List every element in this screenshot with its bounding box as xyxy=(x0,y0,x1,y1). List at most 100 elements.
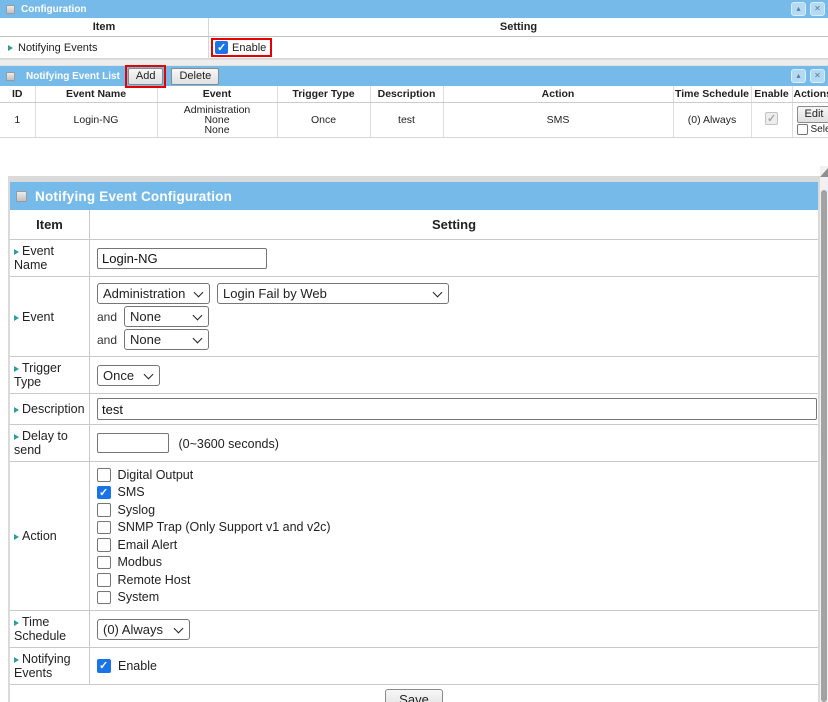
col-event-name: Event Name xyxy=(35,86,157,103)
action-checkbox[interactable] xyxy=(97,573,111,587)
col-event: Event xyxy=(157,86,277,103)
dialog-notifying-events-row: Notifying Events Enable xyxy=(10,648,818,685)
delay-hint: (0~3600 seconds) xyxy=(178,437,278,451)
close-icon[interactable]: ✕ xyxy=(810,69,825,83)
row-arrow-icon xyxy=(8,45,13,51)
event-and-select-1[interactable]: None xyxy=(124,306,209,327)
time-schedule-select[interactable]: (0) Always xyxy=(97,619,190,640)
trigger-type-setting-cell: Once xyxy=(90,361,818,390)
trigger-type-label-cell: Trigger Type xyxy=(10,357,90,393)
row-arrow-icon xyxy=(14,315,19,321)
col-actions: Actions xyxy=(792,86,828,103)
scrollbar[interactable] xyxy=(820,166,828,702)
action-option-label: Digital Output xyxy=(118,468,194,482)
event-name-row: Event Name xyxy=(10,240,818,277)
configuration-panel-header: Configuration ▴ ✕ xyxy=(0,0,828,18)
row-arrow-icon xyxy=(14,534,19,540)
action-option-label: Remote Host xyxy=(118,573,191,587)
chevron-down-icon xyxy=(193,311,203,321)
notifying-event-configuration-dialog: Notifying Event Configuration Item Setti… xyxy=(8,176,820,702)
dialog-table-header: Item Setting xyxy=(10,210,818,240)
action-checkbox[interactable] xyxy=(97,591,111,605)
dialog-enable-checkbox-label: Enable xyxy=(118,659,157,673)
event-name-input[interactable] xyxy=(97,248,267,269)
column-header-setting: Setting xyxy=(209,18,828,36)
description-row: Description xyxy=(10,394,818,425)
delay-label: Delay to send xyxy=(14,429,68,457)
column-header-item: Item xyxy=(0,18,209,36)
col-time-schedule: Time Schedule xyxy=(673,86,751,103)
chevron-down-icon xyxy=(174,623,184,633)
dialog-column-item: Item xyxy=(10,210,90,239)
collapse-icon[interactable]: ▴ xyxy=(791,69,806,83)
add-button[interactable]: Add xyxy=(128,68,164,85)
row-arrow-icon xyxy=(14,407,19,413)
save-button[interactable]: Save xyxy=(385,689,443,702)
event-name-label: Event Name xyxy=(14,244,54,272)
col-trigger-type: Trigger Type xyxy=(277,86,370,103)
action-checkbox[interactable] xyxy=(97,486,111,500)
event-type-select[interactable]: Login Fail by Web xyxy=(217,283,449,304)
and-label: and xyxy=(97,333,117,347)
event-name-setting-cell xyxy=(90,244,818,273)
action-option-label: Modbus xyxy=(118,555,162,569)
collapse-icon[interactable]: ▴ xyxy=(791,2,806,16)
and-label: and xyxy=(97,310,117,324)
action-option-label: System xyxy=(118,590,160,604)
select-value: None xyxy=(130,309,161,324)
cell-id: 1 xyxy=(0,103,35,138)
col-id: ID xyxy=(0,86,35,103)
dialog-enable-checkbox[interactable] xyxy=(97,659,111,673)
description-input[interactable] xyxy=(97,398,817,420)
select-row-control: Select xyxy=(797,124,828,135)
row-select-checkbox[interactable] xyxy=(797,124,808,135)
save-row: Save xyxy=(10,685,818,702)
time-schedule-label-cell: Time Schedule xyxy=(10,611,90,647)
action-option-label: Syslog xyxy=(118,503,156,517)
delay-label-cell: Delay to send xyxy=(10,425,90,461)
event-and-select-2[interactable]: None xyxy=(124,329,209,350)
event-list-header-row: ID Event Name Event Trigger Type Descrip… xyxy=(0,86,828,103)
notifying-events-enable-checkbox[interactable] xyxy=(215,41,228,54)
action-checkbox[interactable] xyxy=(97,503,111,517)
page: Configuration ▴ ✕ Item Setting Notifying… xyxy=(0,0,828,702)
cell-actions: Edit Select xyxy=(792,103,828,138)
event-label-cell: Event xyxy=(10,277,90,356)
chevron-down-icon xyxy=(193,334,203,344)
action-option: Email Alert xyxy=(97,536,814,554)
table-row: 1 Login-NG Administration None None Once… xyxy=(0,103,828,138)
delay-input[interactable] xyxy=(97,433,169,453)
panel-icon xyxy=(6,72,15,81)
trigger-type-label: Trigger Type xyxy=(14,361,61,389)
event-category-select[interactable]: Administration xyxy=(97,283,210,304)
event-list-panel-header: Notifying Event List Add Delete ▴ ✕ xyxy=(0,66,828,86)
action-checkbox[interactable] xyxy=(97,468,111,482)
action-option: Digital Output xyxy=(97,466,814,484)
action-option-label: SNMP Trap (Only Support v1 and v2c) xyxy=(118,520,331,534)
delay-setting-cell: (0~3600 seconds) xyxy=(90,429,818,457)
delete-button[interactable]: Delete xyxy=(171,68,219,85)
delay-row: Delay to send (0~3600 seconds) xyxy=(10,425,818,462)
action-checkbox[interactable] xyxy=(97,538,111,552)
panel-icon xyxy=(16,191,27,202)
edit-button[interactable]: Edit xyxy=(797,106,828,123)
row-arrow-icon xyxy=(14,249,19,255)
col-description: Description xyxy=(370,86,443,103)
description-label: Description xyxy=(22,402,85,416)
action-checkbox[interactable] xyxy=(97,521,111,535)
event-list-table: ID Event Name Event Trigger Type Descrip… xyxy=(0,86,828,138)
cell-time-schedule: (0) Always xyxy=(673,103,751,138)
event-row: Event Administration Login Fail by Web a… xyxy=(10,277,818,357)
action-checkbox[interactable] xyxy=(97,556,111,570)
close-icon[interactable]: ✕ xyxy=(810,2,825,16)
description-setting-cell xyxy=(90,394,818,424)
row-arrow-icon xyxy=(14,366,19,372)
trigger-type-select[interactable]: Once xyxy=(97,365,160,386)
notifying-events-label-cell: Notifying Events xyxy=(0,37,209,58)
col-enable: Enable xyxy=(751,86,792,103)
cell-description: test xyxy=(370,103,443,138)
scrollbar-thumb[interactable] xyxy=(821,190,827,702)
scroll-up-icon[interactable] xyxy=(820,168,828,177)
cell-action: SMS xyxy=(443,103,673,138)
event-name-label-cell: Event Name xyxy=(10,240,90,276)
